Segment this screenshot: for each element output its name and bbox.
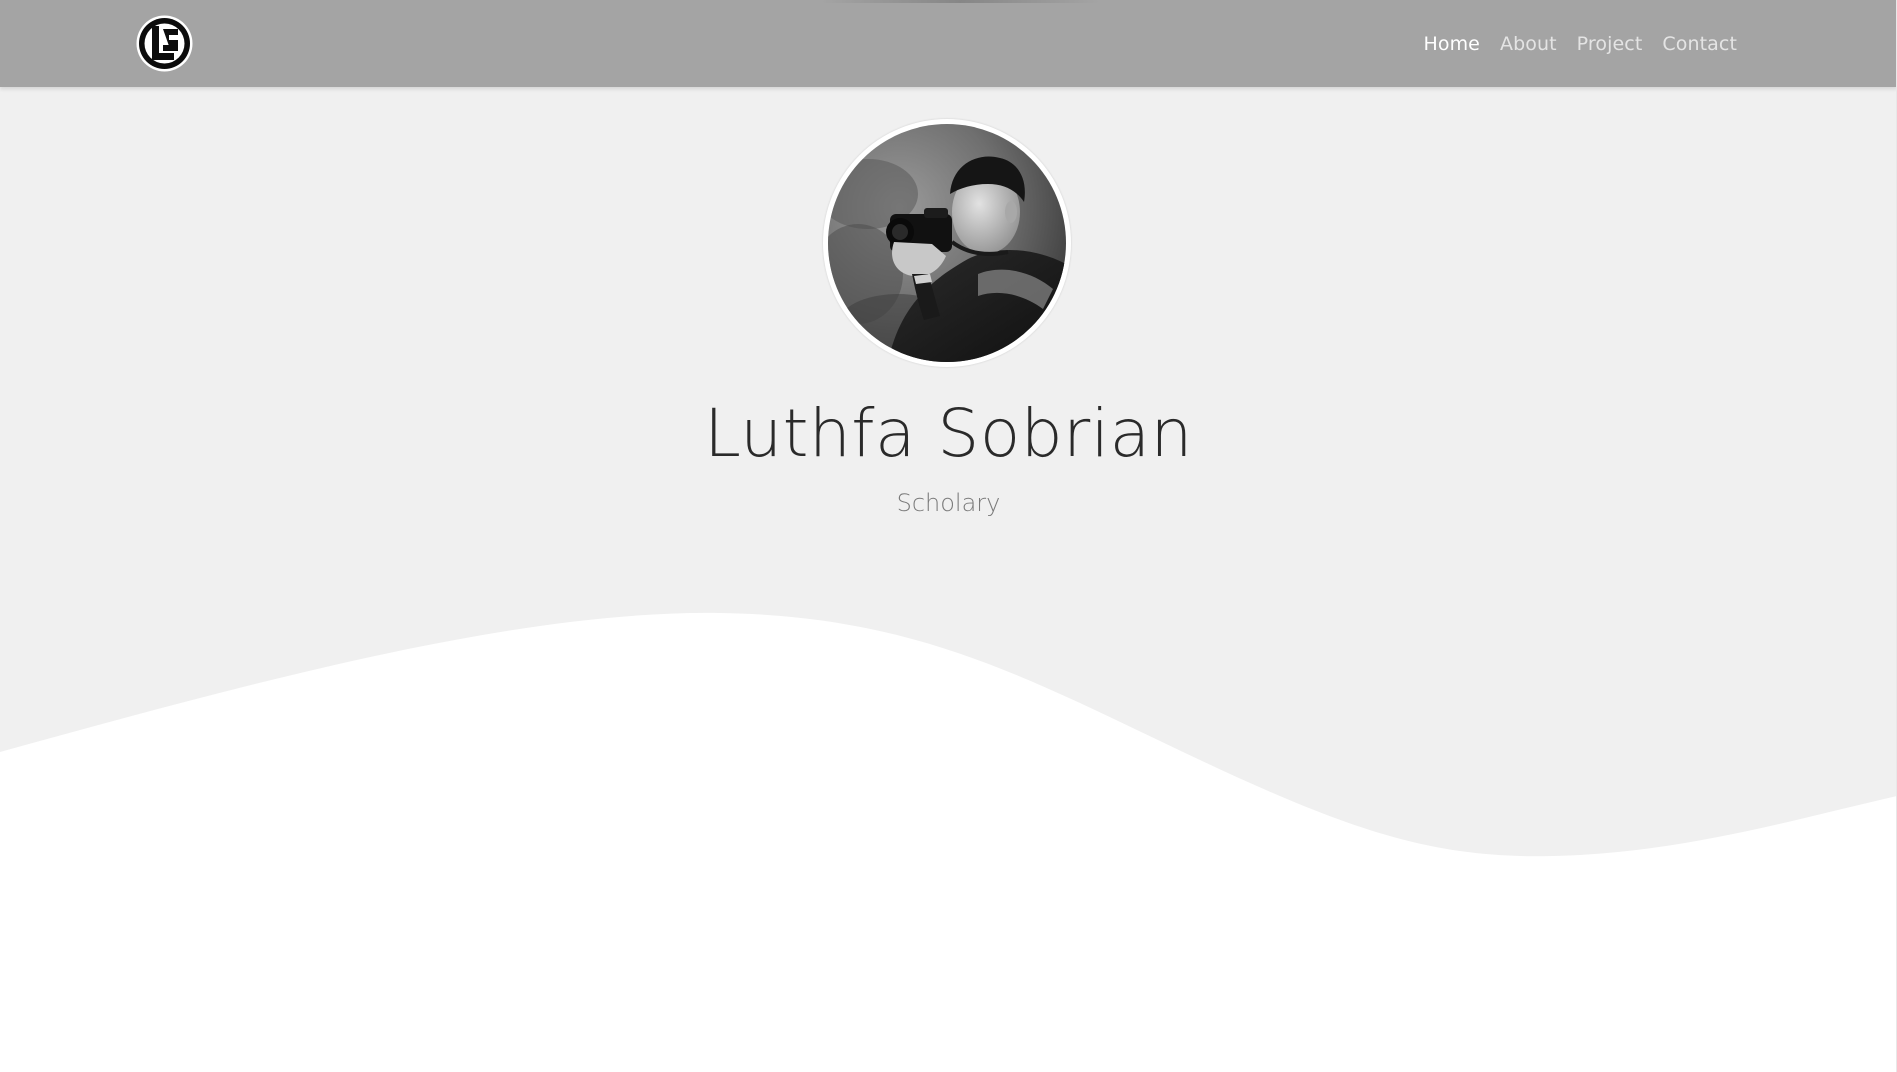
avatar-frame [823,119,1071,367]
profile-name: Luthfa Sobrian [704,395,1193,472]
nav-link-contact[interactable]: Contact [1652,33,1747,55]
nav-menu: Home About Project Contact [1413,0,1747,87]
navbar-highlight [820,0,1100,3]
navbar: Home About Project Contact [0,0,1897,87]
luthfa-logo-icon[interactable] [136,15,193,72]
nav-link-home[interactable]: Home [1413,33,1490,55]
nav-link-about[interactable]: About [1490,33,1567,55]
profile-photo-image [828,124,1066,362]
main-content: Luthfa Sobrian Scholary [0,0,1897,1072]
profile-subtitle: Scholary [896,489,1001,517]
nav-link-project[interactable]: Project [1567,33,1653,55]
page: Luthfa Sobrian Scholary Home About Proje… [0,0,1897,1072]
avatar [828,124,1066,362]
